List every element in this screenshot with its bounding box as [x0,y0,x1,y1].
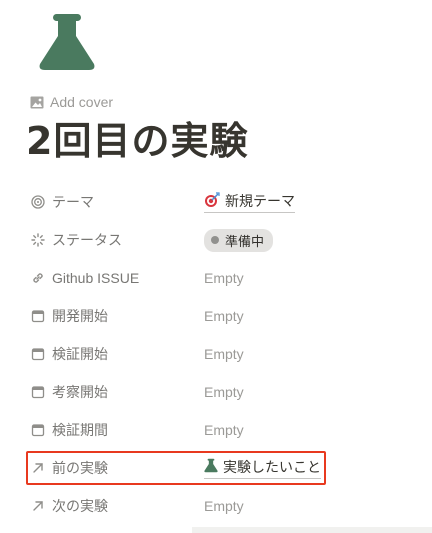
property-value-dev-start[interactable]: Empty [204,308,432,324]
property-row-next-experiment[interactable]: 次の実験 Empty [26,487,432,525]
property-name-status[interactable]: ステータス [26,230,204,250]
status-badge[interactable]: 準備中 [204,228,274,252]
property-row-verify-start[interactable]: 検証開始 Empty [26,335,432,373]
property-row-theme[interactable]: テーマ 新規テーマ [26,183,432,221]
property-value-theme[interactable]: 新規テーマ [204,191,432,213]
image-icon [30,96,44,109]
status-dot-icon [211,236,219,244]
add-cover-label: Add cover [50,94,114,110]
property-name-theme[interactable]: テーマ [26,192,204,212]
property-value-next-experiment[interactable]: Empty [204,498,432,514]
property-name-dev-start[interactable]: 開発開始 [26,306,204,326]
bottom-divider [192,527,432,533]
property-row-analysis-start[interactable]: 考察開始 Empty [26,373,432,411]
target-icon [30,194,46,210]
page-title[interactable]: 2回目の実験 [26,119,248,165]
property-name-next-experiment[interactable]: 次の実験 [26,496,204,516]
property-value-verify-start[interactable]: Empty [204,346,432,362]
property-value-verify-period[interactable]: Empty [204,422,432,438]
property-name-analysis-start[interactable]: 考察開始 [26,382,204,402]
property-name-github-issue[interactable]: Github ISSUE [26,270,204,286]
calendar-icon [30,384,46,400]
calendar-icon [30,346,46,362]
property-row-dev-start[interactable]: 開発開始 Empty [26,297,432,335]
dart-icon [204,191,220,211]
property-row-github-issue[interactable]: Github ISSUE Empty [26,259,432,297]
calendar-icon [30,422,46,438]
arrow-up-right-icon [30,498,46,514]
highlight-box [26,451,326,485]
property-row-verify-period[interactable]: 検証期間 Empty [26,411,432,449]
status-loading-icon [30,232,46,248]
property-value-analysis-start[interactable]: Empty [204,384,432,400]
property-name-verify-start[interactable]: 検証開始 [26,344,204,364]
calendar-icon [30,308,46,324]
add-cover-button[interactable]: Add cover [30,94,113,110]
link-icon [30,270,46,286]
property-value-status[interactable]: 準備中 [204,228,432,252]
property-value-github-issue[interactable]: Empty [204,270,432,286]
page-flask-icon[interactable] [38,12,96,72]
property-name-verify-period[interactable]: 検証期間 [26,420,204,440]
property-row-status[interactable]: ステータス 準備中 [26,221,432,259]
relation-link[interactable]: 新規テーマ [204,191,295,213]
